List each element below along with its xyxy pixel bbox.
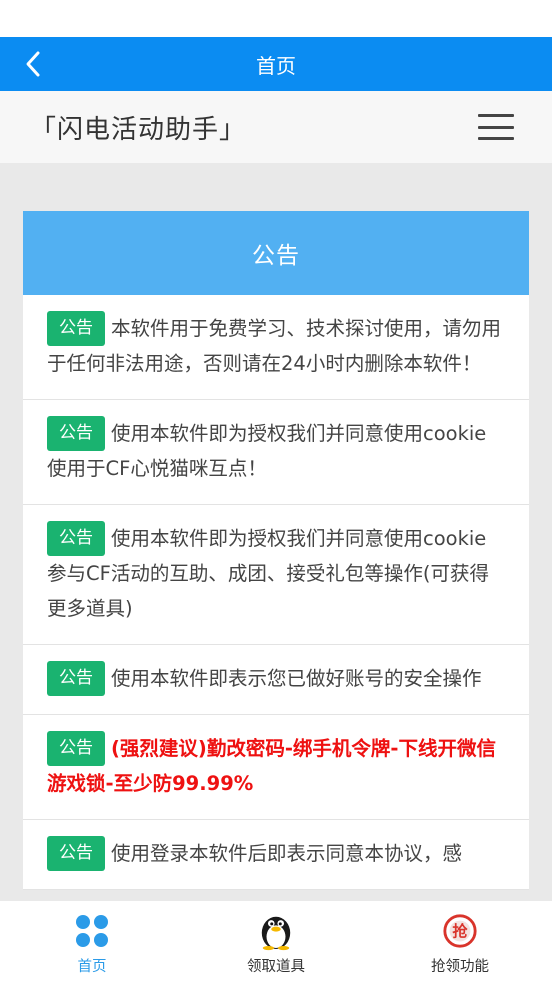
panel-header: 公告	[23, 211, 529, 295]
menu-button[interactable]	[478, 114, 514, 140]
menu-icon	[478, 114, 514, 117]
app-name: 「闪电活动助手」	[30, 114, 247, 145]
notice-tag: 公告	[47, 416, 105, 451]
brand-bar: 「闪电活动助手」	[0, 91, 552, 163]
notice-tag: 公告	[47, 836, 105, 871]
status-bar	[0, 0, 552, 37]
notice-item-warning: 公告 (强烈建议)勤改密码-绑手机令牌-下线开微信游戏锁-至少防99.99%	[23, 715, 529, 820]
notice-text: (强烈建议)勤改密码-绑手机令牌-下线开微信游戏锁-至少防99.99%	[47, 737, 497, 795]
svg-text:抢: 抢	[452, 923, 468, 941]
notice-text: 本软件用于免费学习、技术探讨使用，请勿用于任何非法用途，否则请在24小时内删除本…	[47, 317, 502, 375]
notice-tag: 公告	[47, 661, 105, 696]
notice-text: 使用本软件即为授权我们并同意使用cookie参与CF活动的互助、成团、接受礼包等…	[47, 527, 489, 620]
grab-badge-icon: 抢	[442, 913, 478, 949]
panel-title: 公告	[252, 243, 300, 269]
nav-bar: 首页	[0, 37, 552, 91]
tab-get-items[interactable]: 领取道具	[184, 901, 368, 983]
notice-item: 公告 使用本软件即为授权我们并同意使用cookie参与CF活动的互助、成团、接受礼…	[23, 505, 529, 645]
notice-item: 公告 使用登录本软件后即表示同意本协议，感	[23, 820, 529, 890]
tab-label: 领取道具	[247, 959, 305, 975]
grid-dots-icon	[74, 913, 110, 949]
chevron-left-icon	[26, 51, 40, 77]
notice-tag: 公告	[47, 311, 105, 346]
bottom-tab-bar: 首页 领取道具 抢 抢领功能	[0, 901, 552, 983]
notice-item: 公告 本软件用于免费学习、技术探讨使用，请勿用于任何非法用途，否则请在24小时内删…	[23, 295, 529, 400]
notice-item: 公告 使用本软件即为授权我们并同意使用cookie使用于CF心悦猫咪互点！	[23, 400, 529, 505]
notice-text: 使用本软件即为授权我们并同意使用cookie使用于CF心悦猫咪互点！	[47, 422, 487, 480]
tab-grab[interactable]: 抢 抢领功能	[368, 901, 552, 983]
page-title: 首页	[256, 53, 296, 78]
notice-tag: 公告	[47, 731, 105, 766]
notice-tag: 公告	[47, 521, 105, 556]
tab-label: 抢领功能	[431, 959, 489, 975]
tab-home[interactable]: 首页	[0, 901, 184, 983]
notice-list: 公告 本软件用于免费学习、技术探讨使用，请勿用于任何非法用途，否则请在24小时内删…	[23, 295, 529, 890]
app-screen: 首页 「闪电活动助手」 公告 公告 本软件用于免费学习、技术探讨使用，请勿用于任何…	[0, 0, 552, 983]
notice-item: 公告 使用本软件即表示您已做好账号的安全操作	[23, 645, 529, 715]
penguin-icon	[258, 913, 294, 951]
notice-text: 使用本软件即表示您已做好账号的安全操作	[111, 667, 482, 690]
back-button[interactable]	[18, 48, 48, 80]
announcement-panel: 公告 公告 本软件用于免费学习、技术探讨使用，请勿用于任何非法用途，否则请在24小…	[23, 211, 529, 890]
notice-text: 使用登录本软件后即表示同意本协议，感	[111, 842, 463, 865]
tab-label: 首页	[77, 959, 107, 975]
